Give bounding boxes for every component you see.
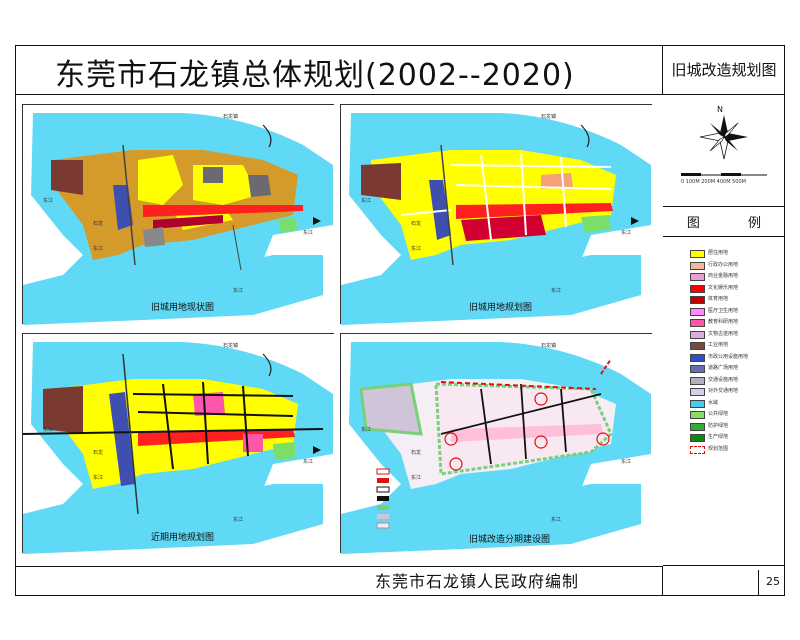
place-label: 东江 <box>361 427 372 433</box>
legend-label: 体育用地 <box>708 296 729 302</box>
legend-swatch <box>690 319 705 327</box>
place-label: 东江 <box>303 459 314 465</box>
legend-label: 市政公用设施用地 <box>708 353 749 360</box>
legend-label: 文物古迹用地 <box>708 330 739 337</box>
planned-landuse-map <box>341 105 653 325</box>
place-label: 东江 <box>361 198 372 204</box>
sheet-title: 东莞市石龙镇总体规划(2002--2020) <box>55 58 575 93</box>
legend-label: 道路广场用地 <box>708 365 739 371</box>
place-label: 东江 <box>93 246 104 252</box>
place-label: 东江 <box>233 517 244 523</box>
map-panel-planned: 旧城用地规划图 石龙镇 石龙 东江 东江 东江 东江 <box>340 104 653 325</box>
legend-swatch <box>690 250 705 258</box>
map-panel-phasing: 旧城改造分期建设图 石龙镇 石龙 东江 东江 东江 东江 <box>340 333 653 554</box>
panel-caption: 旧城用地现状图 <box>151 303 215 313</box>
map-panel-near-term: 近期用地规划图 石龙镇 石龙 东江 东江 东江 东江 <box>22 333 335 554</box>
legend-swatch <box>690 296 705 304</box>
place-label: 东江 <box>233 288 244 294</box>
legend-label: 对外交通用地 <box>708 388 739 394</box>
place-label: 石龙 <box>93 450 104 456</box>
place-label: 石龙 <box>93 221 104 227</box>
legend-label: 防护绿地 <box>708 422 729 429</box>
legend-swatch <box>690 388 705 396</box>
legend-label: 水域 <box>708 399 719 406</box>
panel-caption: 旧城用地规划图 <box>469 303 533 313</box>
legend-swatch <box>690 376 705 385</box>
current-landuse-map <box>23 105 335 325</box>
place-label: 东江 <box>411 475 422 481</box>
place-label: 东江 <box>43 198 54 204</box>
place-label: 东江 <box>551 288 562 294</box>
side-header: 旧城改造规划图 <box>663 45 785 95</box>
place-label: 石龙 <box>411 221 422 227</box>
place-label: 东江 <box>621 230 632 236</box>
legend-swatch <box>690 261 705 270</box>
legend-label: 生产绿地 <box>708 434 729 440</box>
place-label: 东江 <box>93 475 104 481</box>
legend-swatch <box>690 273 705 281</box>
place-label: 石龙镇 <box>223 343 239 349</box>
map-panel-current: 旧城用地现状图 石龙镇 石龙 东江 东江 东江 东江 <box>22 104 335 325</box>
panel-caption: 旧城改造分期建设图 <box>469 535 551 545</box>
legend-label: 公共绿地 <box>708 411 729 417</box>
legend-label: 工业用地 <box>708 342 729 348</box>
north-label: N <box>717 105 723 114</box>
place-label: 东江 <box>43 427 54 433</box>
place-label: 东江 <box>621 459 632 465</box>
legend-swatch <box>690 434 705 442</box>
legend-swatch <box>690 353 705 362</box>
legend-swatch <box>690 422 705 431</box>
legend-swatch <box>690 365 705 373</box>
place-label: 东江 <box>411 246 422 252</box>
legend-label: 医疗卫生用地 <box>708 307 739 314</box>
legend-label: 交通设施用地 <box>708 376 739 383</box>
legend-label: 教育科研用地 <box>708 319 739 325</box>
legend-label: 行政办公用地 <box>708 261 739 268</box>
compass-rose-icon <box>681 115 767 176</box>
legend-label: 文化娱乐用地 <box>708 284 739 291</box>
panel-caption: 近期用地规划图 <box>151 533 215 543</box>
phasing-map <box>341 334 653 554</box>
place-label: 东江 <box>551 517 562 523</box>
place-label: 石龙镇 <box>223 114 239 120</box>
legend-swatch <box>690 307 705 316</box>
legend-label: 居住用地 <box>708 250 729 256</box>
scale-bar-text: 0 100M 200M 400M 500M <box>681 179 746 185</box>
place-label: 石龙 <box>411 450 422 456</box>
legend-title: 图 例 <box>663 207 785 237</box>
legend-label: 规划范围 <box>708 445 729 452</box>
legend-swatch <box>690 411 705 419</box>
legend-swatch <box>690 445 705 454</box>
footer-text: 东莞市石龙镇人民政府编制 <box>375 572 580 591</box>
compass-panel: N 0 100M 200M 400M 500M <box>663 95 785 207</box>
place-label: 石龙镇 <box>541 343 557 349</box>
legend-swatch <box>690 399 705 408</box>
legend-swatch <box>690 330 705 339</box>
page-number: 25 <box>766 575 780 588</box>
near-term-landuse-map <box>23 334 335 554</box>
place-label: 东江 <box>303 230 314 236</box>
legend-swatch <box>690 284 705 293</box>
legend-label: 商业金融用地 <box>708 273 739 279</box>
place-label: 石龙镇 <box>541 114 557 120</box>
legend-swatch <box>690 342 705 350</box>
